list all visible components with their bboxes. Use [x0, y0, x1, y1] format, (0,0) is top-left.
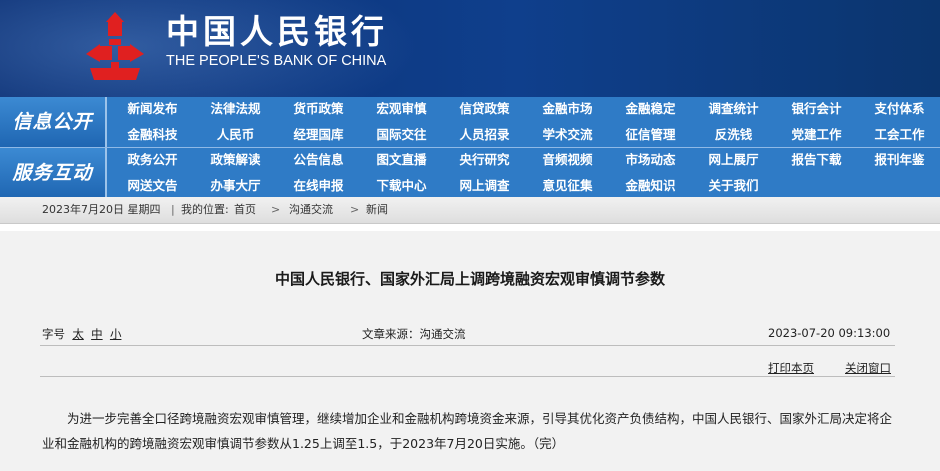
nav-item[interactable]: 图文直播 — [360, 148, 443, 172]
nav-item[interactable]: 关于我们 — [692, 174, 775, 198]
nav-item[interactable]: 央行研究 — [443, 148, 526, 172]
nav-item[interactable]: 政策解读 — [194, 148, 277, 172]
breadcrumb-home-link[interactable]: 首页 — [234, 197, 256, 223]
nav-item[interactable]: 支付体系 — [858, 97, 940, 121]
nav-item[interactable]: 市场动态 — [609, 148, 692, 172]
nav-item[interactable]: 意见征集 — [526, 174, 609, 198]
nav-grid-service: 政务公开 政策解读 公告信息 图文直播 央行研究 音频视频 市场动态 网上展厅 报告下载 报刊年鉴… — [111, 148, 940, 198]
brand-name-english: THE PEOPLE'S BANK OF CHINA — [166, 53, 387, 69]
nav-item[interactable]: 货币政策 — [277, 97, 360, 121]
nav-item[interactable]: 金融稳定 — [609, 97, 692, 121]
nav-item[interactable]: 国际交往 — [360, 123, 443, 147]
article-body: 为进一步完善全口径跨境融资宏观审慎管理，继续增加企业和金融机构跨境资金来源，引导… — [42, 411, 893, 451]
nav-item[interactable]: 网上展厅 — [692, 148, 775, 172]
breadcrumb: 2023年7月20日 星期四 | 我的位置: 首页 > 沟通交流 > 新闻 — [0, 197, 940, 224]
nav-item[interactable]: 报告下载 — [775, 148, 858, 172]
breadcrumb-section-link[interactable]: 沟通交流 — [289, 197, 333, 223]
print-page-link[interactable]: 打印本页 — [768, 360, 814, 376]
nav-row-info: 信息公开 新闻发布 法律法规 货币政策 宏观审慎 信贷政策 金融市场 金融稳定 调查统计 银行会… — [0, 97, 940, 147]
nav-row-service: 服务互动 政务公开 政策解读 公告信息 图文直播 央行研究 音频视频 市场动态 网上展厅 报告下… — [0, 147, 940, 198]
nav-item[interactable]: 学术交流 — [526, 123, 609, 147]
font-size-selector: 字号 太 中 小 — [42, 326, 121, 342]
nav-item[interactable]: 在线申报 — [277, 174, 360, 198]
nav-item[interactable]: 金融市场 — [526, 97, 609, 121]
close-window-link[interactable]: 关闭窗口 — [845, 360, 891, 376]
nav-item[interactable]: 宏观审慎 — [360, 97, 443, 121]
nav-item[interactable]: 政务公开 — [111, 148, 194, 172]
nav-item[interactable]: 办事大厅 — [194, 174, 277, 198]
nav-item[interactable]: 征信管理 — [609, 123, 692, 147]
nav-item[interactable]: 信贷政策 — [443, 97, 526, 121]
nav-item[interactable]: 人员招录 — [443, 123, 526, 147]
breadcrumb-arrow: > — [350, 203, 360, 216]
font-size-small-button[interactable]: 小 — [110, 327, 122, 341]
breadcrumb-arrow: > — [271, 203, 281, 216]
nav-item[interactable]: 报刊年鉴 — [858, 148, 940, 172]
nav-item[interactable]: 音频视频 — [526, 148, 609, 172]
nav-item[interactable]: 人民币 — [194, 123, 277, 147]
font-size-label: 字号 — [42, 327, 65, 341]
nav-grid-info: 新闻发布 法律法规 货币政策 宏观审慎 信贷政策 金融市场 金融稳定 调查统计 银行会计 支付体系… — [111, 97, 940, 147]
article-source: 文章来源：沟通交流 — [362, 327, 466, 341]
nav-item[interactable]: 工会工作 — [858, 123, 940, 147]
breadcrumb-separator: | — [171, 203, 175, 216]
brand-name-chinese: 中国人民银行 — [166, 12, 388, 51]
nav-item[interactable]: 下载中心 — [360, 174, 443, 198]
nav-item[interactable]: 经理国库 — [277, 123, 360, 147]
article-title: 中国人民银行、国家外汇局上调跨境融资宏观审慎调节参数 — [274, 270, 665, 288]
nav-item[interactable]: 新闻发布 — [111, 97, 194, 121]
font-size-medium-button[interactable]: 中 — [91, 327, 103, 341]
actions-divider — [40, 376, 895, 377]
nav-item[interactable]: 网送文告 — [111, 174, 194, 198]
article-datetime: 2023-07-20 09:13:00 — [768, 326, 891, 340]
nav-item[interactable]: 银行会计 — [775, 97, 858, 121]
main-navigation: 信息公开 新闻发布 法律法规 货币政策 宏观审慎 信贷政策 金融市场 金融稳定 调查统计 银行会… — [0, 97, 940, 198]
pboc-logo-icon[interactable] — [82, 10, 148, 82]
nav-group-service-interaction[interactable]: 服务互动 — [0, 148, 107, 198]
site-header: 中国人民银行 THE PEOPLE'S BANK OF CHINA — [0, 0, 940, 97]
nav-item[interactable]: 网上调查 — [443, 174, 526, 198]
nav-item[interactable]: 法律法规 — [194, 97, 277, 121]
current-date: 2023年7月20日 星期四 — [42, 203, 161, 216]
nav-item[interactable]: 党建工作 — [775, 123, 858, 147]
nav-item[interactable]: 公告信息 — [277, 148, 360, 172]
location-label: 我的位置: — [181, 203, 229, 216]
meta-divider — [40, 345, 895, 346]
nav-item[interactable]: 金融科技 — [111, 123, 194, 147]
font-size-large-button[interactable]: 太 — [72, 327, 84, 341]
nav-item[interactable]: 反洗钱 — [692, 123, 775, 147]
nav-item[interactable]: 金融知识 — [609, 174, 692, 198]
nav-item[interactable]: 调查统计 — [692, 97, 775, 121]
breadcrumb-current-link[interactable]: 新闻 — [366, 197, 388, 223]
nav-group-info-disclosure[interactable]: 信息公开 — [0, 97, 107, 147]
